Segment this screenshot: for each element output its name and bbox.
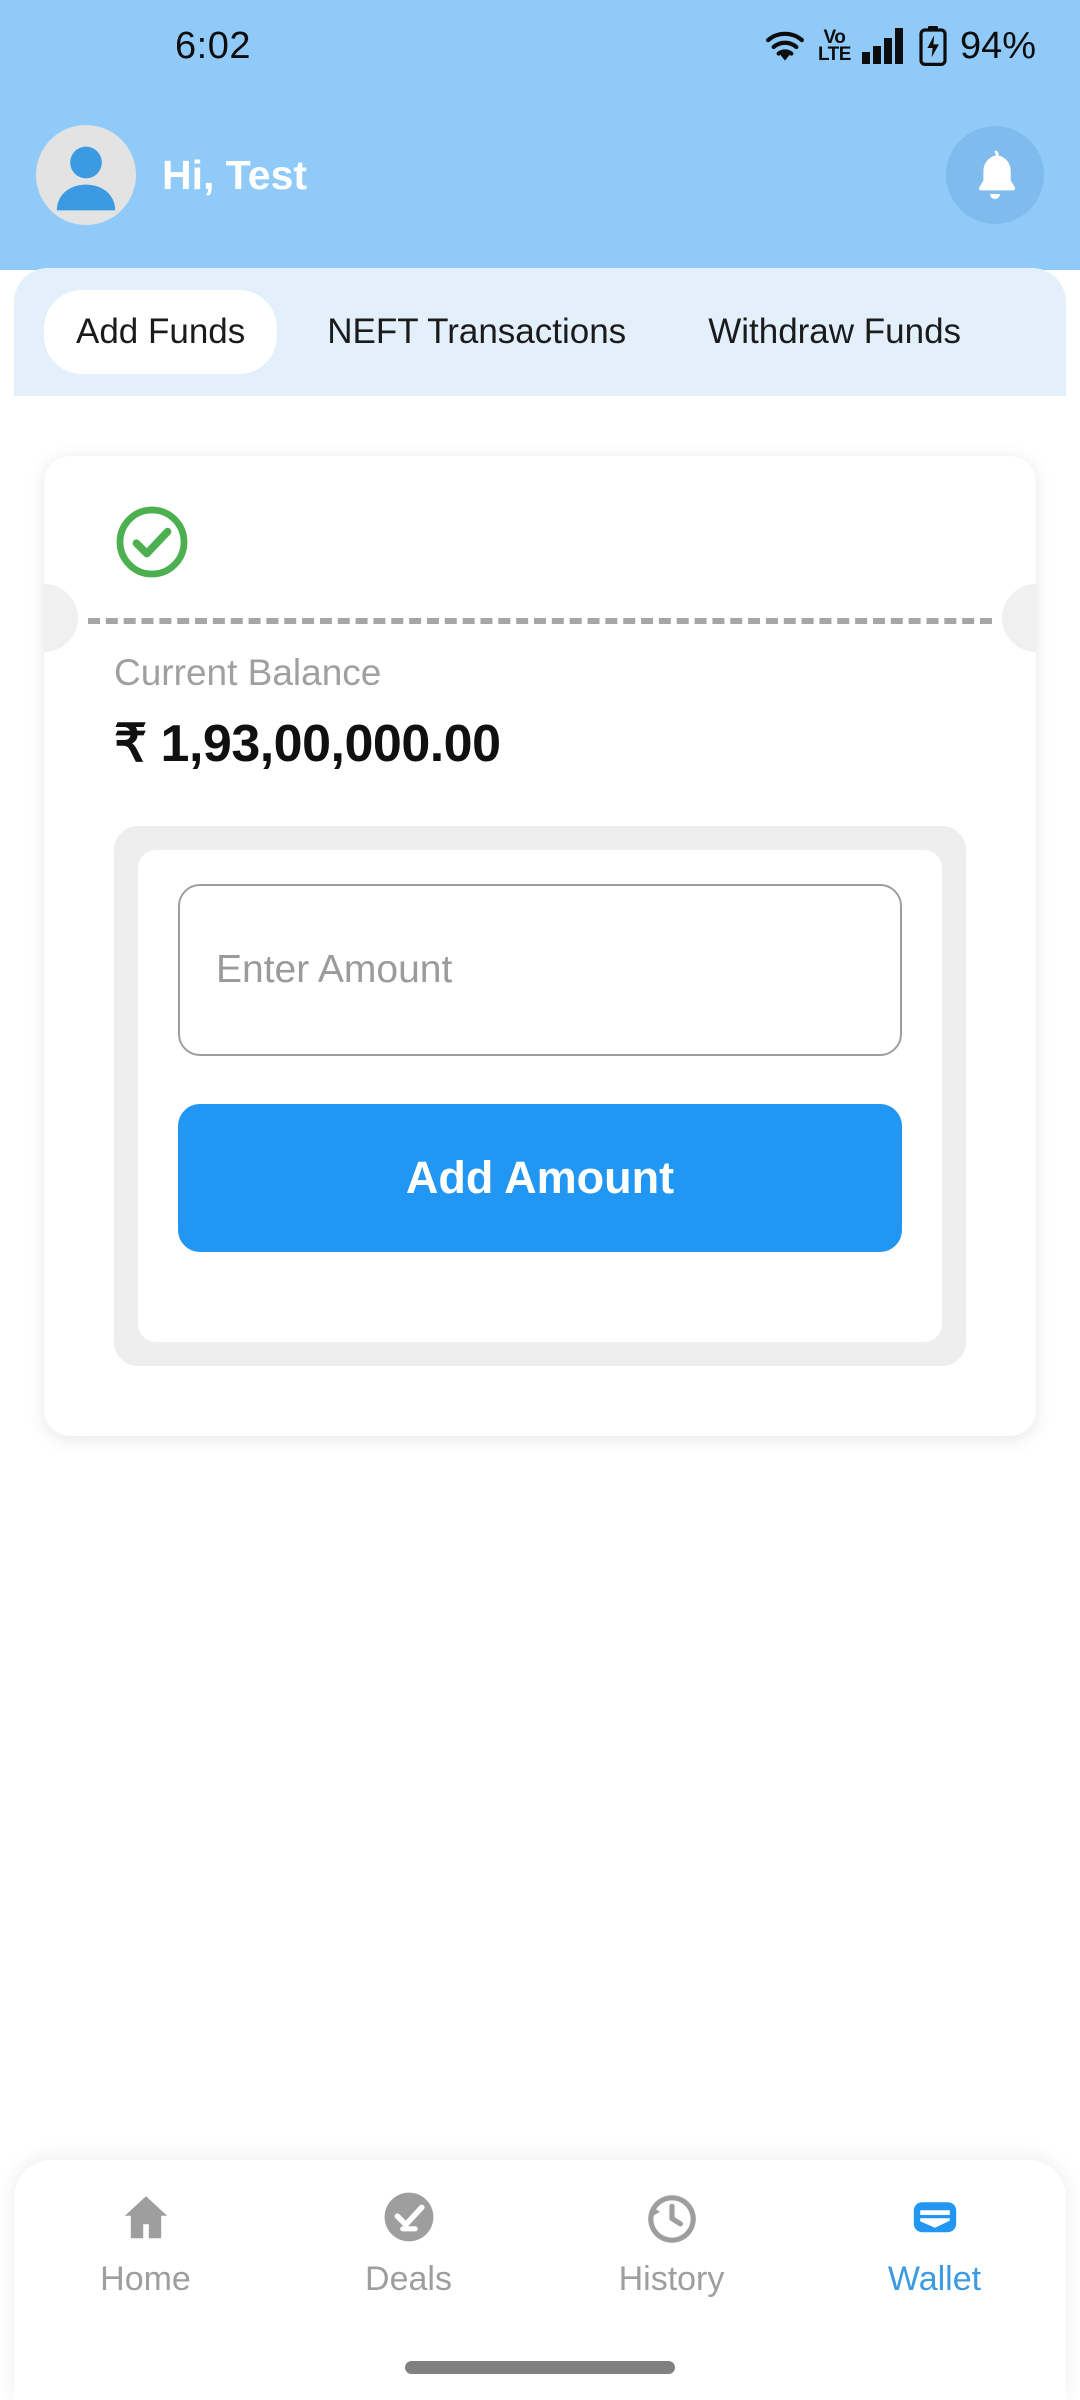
ticket-notch-left xyxy=(44,584,78,652)
status-bar: 6:02 Vo LTE 94% xyxy=(0,0,1080,92)
app-header: 6:02 Vo LTE 94% Hi, Test xyxy=(0,0,1080,270)
battery-charging-icon xyxy=(919,26,947,66)
current-balance-value: ₹ 1,93,00,000.00 xyxy=(114,715,501,773)
tab-add-funds[interactable]: Add Funds xyxy=(44,290,278,374)
add-amount-button[interactable]: Add Amount xyxy=(178,1104,902,1252)
person-avatar-icon xyxy=(56,146,116,211)
clock-history-icon xyxy=(644,2186,700,2248)
tab-withdraw-funds[interactable]: Withdraw Funds xyxy=(676,290,993,374)
nav-item-home[interactable]: Home xyxy=(31,2186,261,2299)
nav-label-deals: Deals xyxy=(365,2260,452,2298)
home-icon xyxy=(118,2186,174,2248)
home-indicator[interactable] xyxy=(405,2361,675,2374)
avatar[interactable] xyxy=(36,125,136,225)
ticket-divider xyxy=(44,584,1036,652)
nav-label-history: History xyxy=(618,2260,725,2298)
check-circle-icon xyxy=(114,504,190,585)
current-balance-label: Current Balance xyxy=(114,652,382,693)
bottom-navigation: Home Deals History Wallet xyxy=(14,2160,1066,2400)
greeting-text: Hi, Test xyxy=(162,151,308,198)
status-time: 6:02 xyxy=(175,24,251,67)
bell-icon xyxy=(978,150,1016,200)
volte-icon: Vo LTE xyxy=(817,26,851,65)
nav-label-wallet: Wallet xyxy=(887,2260,982,2298)
nav-label-home: Home xyxy=(100,2260,191,2298)
amount-input[interactable] xyxy=(178,884,902,1056)
add-funds-panel: Add Amount xyxy=(114,826,966,1366)
ticket-notch-right xyxy=(1002,584,1036,652)
add-funds-inner-panel: Add Amount xyxy=(138,850,942,1342)
greeting-row: Hi, Test xyxy=(0,125,1080,225)
wallet-icon xyxy=(907,2186,963,2248)
nav-item-history[interactable]: History xyxy=(557,2186,787,2299)
cellular-signal-icon xyxy=(861,28,908,64)
status-icons: Vo LTE 94% xyxy=(763,25,1036,68)
wifi-icon xyxy=(763,27,807,65)
notification-button[interactable] xyxy=(946,126,1044,224)
nav-item-deals[interactable]: Deals xyxy=(294,2186,524,2299)
wallet-balance-card: Current Balance ₹ 1,93,00,000.00 Add Amo… xyxy=(44,456,1036,1436)
battery-percent: 94% xyxy=(959,24,1036,67)
dashed-line xyxy=(88,618,992,624)
tab-strip: Add Funds NEFT Transactions Withdraw Fun… xyxy=(14,268,1066,396)
nav-item-wallet[interactable]: Wallet xyxy=(820,2186,1050,2299)
tab-neft-transactions[interactable]: NEFT Transactions xyxy=(295,290,658,374)
check-circle-filled-icon xyxy=(381,2186,437,2248)
